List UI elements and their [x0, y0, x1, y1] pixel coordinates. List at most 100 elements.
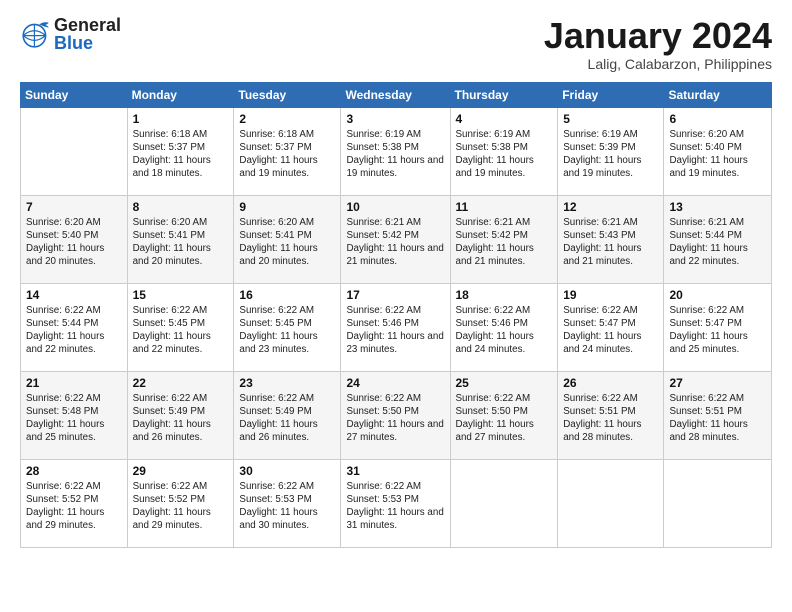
day-number: 14 [26, 288, 122, 302]
day-detail: Sunrise: 6:22 AMSunset: 5:47 PMDaylight:… [669, 304, 766, 357]
day-number: 28 [26, 464, 122, 478]
day-cell: 3 Sunrise: 6:19 AMSunset: 5:38 PMDayligh… [341, 107, 450, 195]
day-detail: Sunrise: 6:22 AMSunset: 5:51 PMDaylight:… [669, 392, 766, 445]
title-block: January 2024 Lalig, Calabarzon, Philippi… [544, 16, 772, 72]
day-cell: 9 Sunrise: 6:20 AMSunset: 5:41 PMDayligh… [234, 195, 341, 283]
calendar-table: Sunday Monday Tuesday Wednesday Thursday… [20, 82, 772, 548]
day-detail: Sunrise: 6:22 AMSunset: 5:44 PMDaylight:… [26, 304, 122, 357]
day-cell: 27 Sunrise: 6:22 AMSunset: 5:51 PMDaylig… [664, 371, 772, 459]
weekday-header-row: Sunday Monday Tuesday Wednesday Thursday… [21, 82, 772, 107]
day-detail: Sunrise: 6:21 AMSunset: 5:44 PMDaylight:… [669, 216, 766, 269]
day-detail: Sunrise: 6:22 AMSunset: 5:52 PMDaylight:… [26, 480, 122, 533]
day-cell: 17 Sunrise: 6:22 AMSunset: 5:46 PMDaylig… [341, 283, 450, 371]
day-detail: Sunrise: 6:22 AMSunset: 5:45 PMDaylight:… [239, 304, 335, 357]
day-detail: Sunrise: 6:22 AMSunset: 5:51 PMDaylight:… [563, 392, 658, 445]
day-cell: 6 Sunrise: 6:20 AMSunset: 5:40 PMDayligh… [664, 107, 772, 195]
day-detail: Sunrise: 6:22 AMSunset: 5:48 PMDaylight:… [26, 392, 122, 445]
location-subtitle: Lalig, Calabarzon, Philippines [544, 56, 772, 72]
day-detail: Sunrise: 6:20 AMSunset: 5:41 PMDaylight:… [239, 216, 335, 269]
day-detail: Sunrise: 6:22 AMSunset: 5:50 PMDaylight:… [346, 392, 444, 445]
day-cell [558, 459, 664, 547]
day-number: 18 [456, 288, 553, 302]
day-cell: 10 Sunrise: 6:21 AMSunset: 5:42 PMDaylig… [341, 195, 450, 283]
day-detail: Sunrise: 6:22 AMSunset: 5:50 PMDaylight:… [456, 392, 553, 445]
day-cell: 20 Sunrise: 6:22 AMSunset: 5:47 PMDaylig… [664, 283, 772, 371]
logo-general-text: General [54, 16, 121, 34]
day-number: 9 [239, 200, 335, 214]
day-cell: 4 Sunrise: 6:19 AMSunset: 5:38 PMDayligh… [450, 107, 558, 195]
day-cell: 14 Sunrise: 6:22 AMSunset: 5:44 PMDaylig… [21, 283, 128, 371]
day-number: 11 [456, 200, 553, 214]
header-friday: Friday [558, 82, 664, 107]
day-detail: Sunrise: 6:19 AMSunset: 5:38 PMDaylight:… [346, 128, 444, 181]
day-number: 5 [563, 112, 658, 126]
day-cell: 11 Sunrise: 6:21 AMSunset: 5:42 PMDaylig… [450, 195, 558, 283]
day-number: 27 [669, 376, 766, 390]
day-number: 1 [133, 112, 229, 126]
day-number: 2 [239, 112, 335, 126]
day-cell: 7 Sunrise: 6:20 AMSunset: 5:40 PMDayligh… [21, 195, 128, 283]
page: General Blue January 2024 Lalig, Calabar… [0, 0, 792, 612]
day-number: 25 [456, 376, 553, 390]
day-detail: Sunrise: 6:22 AMSunset: 5:53 PMDaylight:… [346, 480, 444, 533]
header-wednesday: Wednesday [341, 82, 450, 107]
day-number: 3 [346, 112, 444, 126]
day-detail: Sunrise: 6:22 AMSunset: 5:49 PMDaylight:… [239, 392, 335, 445]
day-number: 16 [239, 288, 335, 302]
day-detail: Sunrise: 6:22 AMSunset: 5:46 PMDaylight:… [346, 304, 444, 357]
header-tuesday: Tuesday [234, 82, 341, 107]
day-number: 8 [133, 200, 229, 214]
week-row-1: 1 Sunrise: 6:18 AMSunset: 5:37 PMDayligh… [21, 107, 772, 195]
day-number: 10 [346, 200, 444, 214]
day-cell: 30 Sunrise: 6:22 AMSunset: 5:53 PMDaylig… [234, 459, 341, 547]
week-row-3: 14 Sunrise: 6:22 AMSunset: 5:44 PMDaylig… [21, 283, 772, 371]
logo-words: General Blue [54, 16, 121, 52]
day-detail: Sunrise: 6:18 AMSunset: 5:37 PMDaylight:… [239, 128, 335, 181]
day-cell: 24 Sunrise: 6:22 AMSunset: 5:50 PMDaylig… [341, 371, 450, 459]
day-number: 23 [239, 376, 335, 390]
day-number: 4 [456, 112, 553, 126]
day-detail: Sunrise: 6:20 AMSunset: 5:40 PMDaylight:… [26, 216, 122, 269]
day-cell [664, 459, 772, 547]
header: General Blue January 2024 Lalig, Calabar… [20, 16, 772, 72]
logo-blue-text: Blue [54, 34, 121, 52]
day-detail: Sunrise: 6:21 AMSunset: 5:42 PMDaylight:… [346, 216, 444, 269]
header-thursday: Thursday [450, 82, 558, 107]
week-row-4: 21 Sunrise: 6:22 AMSunset: 5:48 PMDaylig… [21, 371, 772, 459]
day-cell: 18 Sunrise: 6:22 AMSunset: 5:46 PMDaylig… [450, 283, 558, 371]
day-cell: 23 Sunrise: 6:22 AMSunset: 5:49 PMDaylig… [234, 371, 341, 459]
day-cell: 26 Sunrise: 6:22 AMSunset: 5:51 PMDaylig… [558, 371, 664, 459]
day-detail: Sunrise: 6:22 AMSunset: 5:46 PMDaylight:… [456, 304, 553, 357]
day-cell: 15 Sunrise: 6:22 AMSunset: 5:45 PMDaylig… [127, 283, 234, 371]
day-detail: Sunrise: 6:19 AMSunset: 5:38 PMDaylight:… [456, 128, 553, 181]
day-cell: 13 Sunrise: 6:21 AMSunset: 5:44 PMDaylig… [664, 195, 772, 283]
day-detail: Sunrise: 6:20 AMSunset: 5:41 PMDaylight:… [133, 216, 229, 269]
day-detail: Sunrise: 6:22 AMSunset: 5:52 PMDaylight:… [133, 480, 229, 533]
day-cell: 1 Sunrise: 6:18 AMSunset: 5:37 PMDayligh… [127, 107, 234, 195]
day-detail: Sunrise: 6:22 AMSunset: 5:53 PMDaylight:… [239, 480, 335, 533]
day-detail: Sunrise: 6:22 AMSunset: 5:45 PMDaylight:… [133, 304, 229, 357]
logo-icon [20, 18, 52, 50]
day-cell: 16 Sunrise: 6:22 AMSunset: 5:45 PMDaylig… [234, 283, 341, 371]
day-cell: 2 Sunrise: 6:18 AMSunset: 5:37 PMDayligh… [234, 107, 341, 195]
header-sunday: Sunday [21, 82, 128, 107]
day-number: 31 [346, 464, 444, 478]
day-number: 30 [239, 464, 335, 478]
day-number: 19 [563, 288, 658, 302]
month-title: January 2024 [544, 16, 772, 56]
day-number: 21 [26, 376, 122, 390]
day-detail: Sunrise: 6:21 AMSunset: 5:42 PMDaylight:… [456, 216, 553, 269]
day-detail: Sunrise: 6:19 AMSunset: 5:39 PMDaylight:… [563, 128, 658, 181]
day-cell: 31 Sunrise: 6:22 AMSunset: 5:53 PMDaylig… [341, 459, 450, 547]
day-cell [21, 107, 128, 195]
day-cell [450, 459, 558, 547]
day-number: 22 [133, 376, 229, 390]
week-row-2: 7 Sunrise: 6:20 AMSunset: 5:40 PMDayligh… [21, 195, 772, 283]
day-detail: Sunrise: 6:20 AMSunset: 5:40 PMDaylight:… [669, 128, 766, 181]
week-row-5: 28 Sunrise: 6:22 AMSunset: 5:52 PMDaylig… [21, 459, 772, 547]
day-number: 13 [669, 200, 766, 214]
day-detail: Sunrise: 6:21 AMSunset: 5:43 PMDaylight:… [563, 216, 658, 269]
day-number: 24 [346, 376, 444, 390]
day-number: 7 [26, 200, 122, 214]
day-cell: 19 Sunrise: 6:22 AMSunset: 5:47 PMDaylig… [558, 283, 664, 371]
